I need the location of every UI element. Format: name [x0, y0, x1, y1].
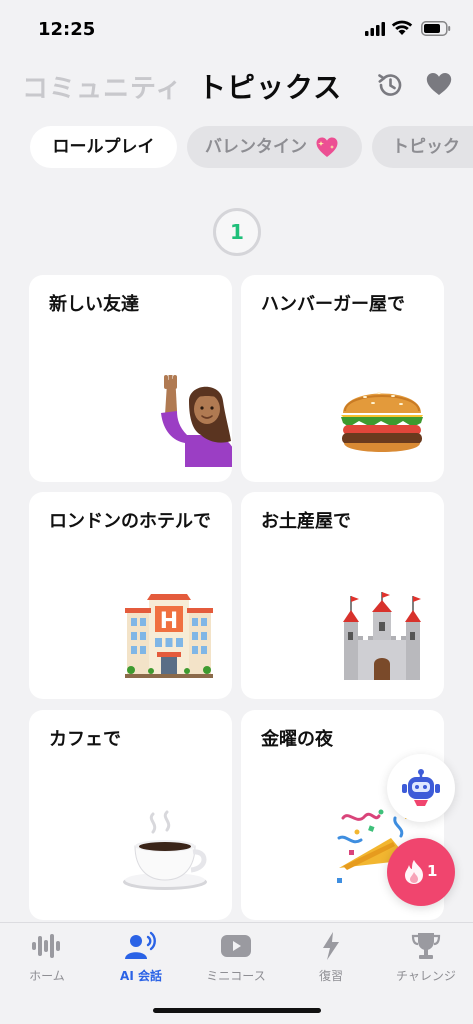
tab-home-label: ホーム — [29, 969, 65, 983]
waveform-icon — [32, 934, 60, 958]
topic-card-new-friend[interactable]: 新しい友達 — [29, 275, 232, 482]
tab-challenge[interactable]: チャレンジ — [379, 931, 473, 991]
tab-challenge-label: チャレンジ — [396, 969, 456, 983]
topic-card-burger-shop[interactable]: ハンバーガー屋で — [241, 275, 444, 482]
topic-card-title: ハンバーガー屋で — [261, 294, 405, 315]
trophy-icon — [411, 933, 441, 959]
chip-valentine[interactable]: バレンタイン — [187, 126, 362, 168]
topic-card-london-hotel[interactable]: ロンドンのホテルで H — [29, 492, 232, 699]
status-time: 12:25 — [38, 19, 96, 40]
streak-button[interactable]: 1 — [387, 838, 455, 906]
chip-roleplay[interactable]: ロールプレイ — [30, 126, 177, 168]
tab-review-label: 復習 — [318, 969, 343, 983]
topic-card-souvenir-shop[interactable]: お土産屋で — [241, 492, 444, 699]
wifi-icon — [391, 20, 413, 35]
topic-card-title: お土産屋で — [261, 511, 351, 532]
topic-card-title: カフェで — [49, 729, 121, 750]
battery-icon — [421, 21, 451, 36]
cellular-signal-icon — [365, 22, 385, 36]
tab-community[interactable]: コミュニティ — [22, 68, 182, 105]
castle-icon — [343, 592, 421, 680]
tab-ai-conversation-label: AI 会話 — [120, 969, 162, 983]
tab-mini-course-label: ミニコース — [206, 969, 266, 983]
topic-card-title: 金曜の夜 — [261, 729, 333, 750]
flame-icon — [405, 860, 423, 884]
topic-card-title: 新しい友達 — [49, 294, 139, 315]
level-badge: 1 — [213, 208, 261, 256]
status-bar: 12:25 — [0, 0, 473, 58]
play-icon — [221, 935, 251, 957]
top-tabs: コミュニティ トピックス — [0, 62, 473, 108]
tab-topics[interactable]: トピックス — [198, 66, 342, 106]
topic-card-title: ロンドンのホテルで — [49, 511, 211, 532]
speaking-person-icon — [125, 931, 156, 959]
bolt-icon — [323, 932, 339, 960]
robot-icon — [402, 769, 440, 806]
ai-assistant-button[interactable] — [387, 754, 455, 822]
sparkling-heart-icon — [316, 137, 338, 157]
tab-mini-course[interactable]: ミニコース — [189, 931, 283, 991]
chip-valentine-label: バレンタイン — [205, 137, 307, 157]
hamburger-icon — [341, 392, 423, 452]
person-raising-hand-icon — [161, 375, 232, 467]
coffee-icon — [123, 810, 207, 890]
favorites-heart-icon[interactable] — [426, 72, 452, 96]
svg-text:H: H — [160, 609, 178, 634]
tab-ai-conversation[interactable]: AI 会話 — [94, 931, 188, 991]
hotel-icon: H — [125, 594, 213, 678]
tab-home[interactable]: ホーム — [0, 931, 94, 991]
chip-topic[interactable]: トピック — [372, 126, 473, 168]
tab-review[interactable]: 復習 — [284, 931, 378, 991]
streak-count: 1 — [427, 862, 438, 880]
home-indicator[interactable] — [153, 1008, 321, 1013]
history-icon[interactable] — [375, 70, 405, 100]
topic-card-cafe[interactable]: カフェで — [29, 710, 232, 920]
category-chips: ロールプレイ バレンタイン トピック — [0, 126, 473, 168]
